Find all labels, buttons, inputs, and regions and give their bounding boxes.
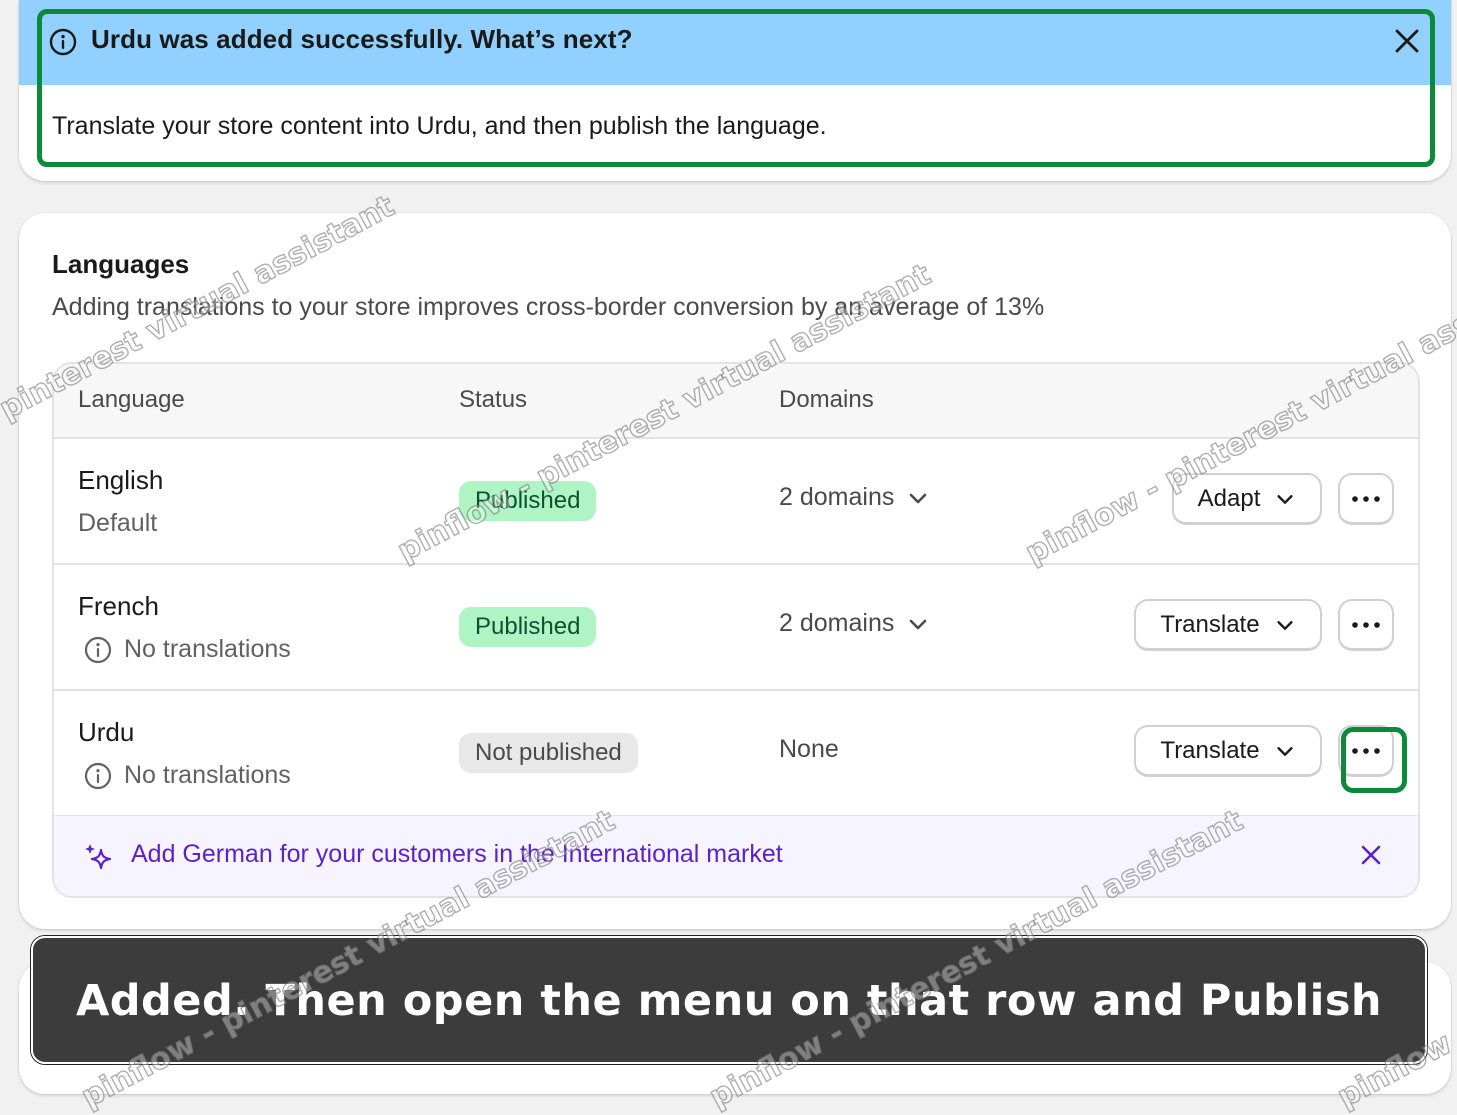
success-banner: Urdu was added successfully. What’s next…: [19, 0, 1451, 181]
sparkle-icon: [85, 844, 112, 870]
more-actions-button[interactable]: [1338, 725, 1394, 777]
language-meta-text: Default: [78, 509, 158, 537]
domains-label: 2 domains: [779, 483, 895, 511]
status-badge: Not published: [459, 733, 638, 773]
language-meta-text: No translations: [124, 761, 291, 789]
table-row-urdu: Urdu No translations Not published None …: [54, 691, 1418, 817]
info-icon: [84, 636, 112, 663]
banner-title: Urdu was added successfully. What’s next…: [91, 24, 633, 54]
more-actions-button[interactable]: [1338, 473, 1394, 525]
status-badge: Published: [459, 607, 597, 647]
language-name: English: [78, 465, 164, 495]
table-row-french: French No translations Published 2 domai…: [54, 565, 1418, 691]
translate-button[interactable]: Translate: [1134, 599, 1322, 651]
language-meta: No translations: [78, 761, 291, 790]
column-header-domains: Domains: [779, 386, 874, 413]
caption-text: Added. Then open the menu on that row an…: [75, 976, 1383, 1026]
more-horizontal-icon: [1352, 621, 1380, 628]
close-icon[interactable]: [1358, 842, 1384, 868]
language-name: Urdu: [78, 717, 135, 747]
languages-card: Languages Adding translations to your st…: [19, 213, 1451, 929]
language-meta: No translations: [78, 635, 291, 664]
close-icon[interactable]: [1393, 27, 1421, 55]
chevron-down-icon: [1277, 494, 1293, 504]
language-name: French: [78, 591, 159, 621]
section-title: Languages: [52, 249, 190, 279]
translate-button-label: Translate: [1160, 736, 1260, 764]
domains-label: 2 domains: [779, 609, 895, 637]
info-icon: [84, 762, 112, 789]
info-icon: [49, 28, 77, 56]
translate-button-label: Translate: [1160, 610, 1260, 638]
languages-table: Language Status Domains English Default …: [52, 362, 1420, 898]
add-german-link[interactable]: Add German for your customers in the Int…: [131, 840, 783, 869]
promo-banner: Add German for your customers in the Int…: [54, 816, 1418, 896]
banner-message: Translate your store content into Urdu, …: [52, 112, 827, 140]
chevron-down-icon: [910, 619, 927, 629]
domains-value: None: [779, 735, 839, 763]
table-row-english: English Default Published 2 domains Adap…: [54, 439, 1418, 565]
domains-dropdown[interactable]: 2 domains: [779, 483, 930, 512]
chevron-down-icon: [1276, 620, 1293, 630]
adapt-button-label: Adapt: [1197, 484, 1261, 512]
banner-header: Urdu was added successfully. What’s next…: [19, 0, 1451, 85]
more-horizontal-icon: [1352, 495, 1380, 502]
more-actions-button[interactable]: [1338, 599, 1394, 651]
more-horizontal-icon: [1352, 747, 1380, 754]
domains-dropdown[interactable]: 2 domains: [779, 609, 930, 638]
language-meta: Default: [78, 509, 157, 538]
chevron-down-icon: [1276, 746, 1293, 756]
section-subtitle: Adding translations to your store improv…: [52, 293, 1045, 321]
table-header: Language Status Domains: [54, 364, 1418, 439]
chevron-down-icon: [910, 493, 927, 503]
language-meta-text: No translations: [124, 635, 291, 663]
column-header-status: Status: [459, 386, 528, 413]
adapt-button[interactable]: Adapt: [1172, 473, 1322, 525]
status-badge: Published: [459, 481, 597, 521]
translate-button[interactable]: Translate: [1134, 725, 1322, 777]
tutorial-caption: Added. Then open the menu on that row an…: [31, 936, 1427, 1064]
column-header-language: Language: [78, 386, 185, 413]
